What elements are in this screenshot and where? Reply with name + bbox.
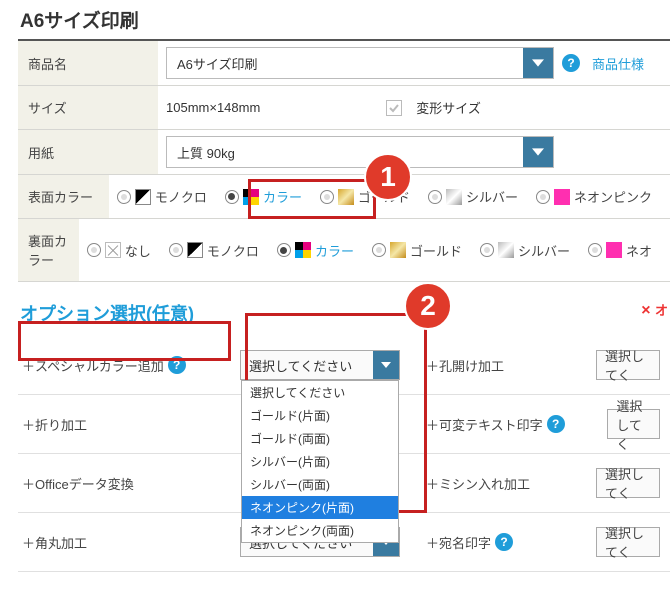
back-radio-gold[interactable]: ゴールド xyxy=(372,241,462,260)
punch-select[interactable]: 選択してく xyxy=(596,350,660,380)
silver-icon xyxy=(446,189,462,205)
row-back-color: 裏面カラー なし モノクロ カラー ゴールド シルバー ネオ xyxy=(18,219,670,282)
dropdown-option[interactable]: ネオンピンク(片面) xyxy=(242,496,398,519)
help-icon[interactable]: ? xyxy=(168,356,186,374)
back-radio-silver[interactable]: シルバー xyxy=(480,241,570,260)
monochrome-icon xyxy=(135,189,151,205)
shape-checkbox[interactable] xyxy=(386,100,402,116)
gold-icon xyxy=(338,189,354,205)
label-back-color: 裏面カラー xyxy=(18,219,79,281)
badge-1: 1 xyxy=(364,153,412,201)
chevron-down-icon xyxy=(373,351,399,379)
label-paper: 用紙 xyxy=(18,130,158,174)
product-name-select[interactable]: A6サイズ印刷 xyxy=(166,47,554,79)
special-color-select[interactable]: 選択してください 選択してください ゴールド(片面) ゴールド(両面) シルバー… xyxy=(240,350,400,380)
front-radio-silver[interactable]: シルバー xyxy=(428,187,518,206)
silver-icon xyxy=(498,242,514,258)
badge-2: 2 xyxy=(404,282,452,330)
label-front-color: 表面カラー xyxy=(18,175,109,218)
back-radio-color[interactable]: カラー xyxy=(277,241,354,260)
shape-checkbox-label: 変形サイズ xyxy=(416,98,481,117)
help-icon[interactable]: ? xyxy=(495,533,513,551)
back-radio-neon[interactable]: ネオ xyxy=(588,241,652,260)
help-icon[interactable]: ? xyxy=(547,415,565,433)
addressprint-select[interactable]: 選択してく xyxy=(596,527,660,557)
label-size: サイズ xyxy=(18,86,158,129)
gold-icon xyxy=(390,242,406,258)
neon-pink-icon xyxy=(554,189,570,205)
neon-pink-icon xyxy=(606,242,622,258)
color-icon xyxy=(243,189,259,205)
opt-special-color-label: ＋スペシャルカラー追加 ? xyxy=(18,336,234,395)
row-front-color: 表面カラー モノクロ カラー ゴールド シルバー ネオンピンク xyxy=(18,175,670,219)
front-radio-color[interactable]: カラー xyxy=(225,187,302,206)
front-radio-neon[interactable]: ネオンピンク xyxy=(536,187,652,206)
monochrome-icon xyxy=(187,242,203,258)
back-radio-bw[interactable]: モノクロ xyxy=(169,241,259,260)
dropdown-option[interactable]: シルバー(両面) xyxy=(242,473,398,496)
size-value: 105mm×148mm xyxy=(166,100,260,115)
opt-perforation-label: ＋ミシン入れ加工 選択してく xyxy=(416,454,670,513)
row-size: サイズ 105mm×148mm 変形サイズ xyxy=(18,86,670,130)
opt-roundcorner-label: ＋角丸加工 xyxy=(18,513,234,572)
dropdown-option[interactable]: ゴールド(両面) xyxy=(242,427,398,450)
chevron-down-icon xyxy=(523,137,553,167)
close-icon[interactable]: × オ xyxy=(641,300,668,320)
chevron-down-icon xyxy=(523,48,553,78)
opt-punch-label: ＋孔開け加工 選択してく xyxy=(416,336,670,395)
paper-select[interactable]: 上質 90kg xyxy=(166,136,554,168)
dropdown-option[interactable]: ゴールド(片面) xyxy=(242,404,398,427)
dropdown-option[interactable]: 選択してください xyxy=(242,381,398,404)
label-product-name: 商品名 xyxy=(18,41,158,85)
dropdown-option[interactable]: シルバー(片面) xyxy=(242,450,398,473)
opt-addressprint-label: ＋宛名印字 ? 選択してく xyxy=(416,513,670,572)
opt-office-label: ＋Officeデータ変換 xyxy=(18,454,234,513)
product-spec-link[interactable]: 商品仕様 xyxy=(592,54,644,73)
opt-fold-label: ＋折り加工 xyxy=(18,395,234,454)
row-paper: 用紙 上質 90kg xyxy=(18,130,670,175)
opt-variable-text-label: ＋可変テキスト印字 ? 選択してく xyxy=(416,395,670,454)
color-icon xyxy=(295,242,311,258)
perforation-select[interactable]: 選択してく xyxy=(596,468,660,498)
help-icon[interactable]: ? xyxy=(562,54,580,72)
variable-text-select[interactable]: 選択してく xyxy=(607,409,660,439)
dropdown-option[interactable]: ネオンピンク(両面) xyxy=(242,519,398,542)
none-icon xyxy=(105,242,121,258)
page-title: A6サイズ印刷 xyxy=(18,0,670,41)
row-product-name: 商品名 A6サイズ印刷 ? 商品仕様 xyxy=(18,41,670,86)
options-heading: オプション選択(任意) × オ xyxy=(18,282,670,336)
front-radio-bw[interactable]: モノクロ xyxy=(117,187,207,206)
special-color-dropdown-list: 選択してください ゴールド(片面) ゴールド(両面) シルバー(片面) シルバー… xyxy=(241,380,399,543)
back-radio-none[interactable]: なし xyxy=(87,241,151,260)
